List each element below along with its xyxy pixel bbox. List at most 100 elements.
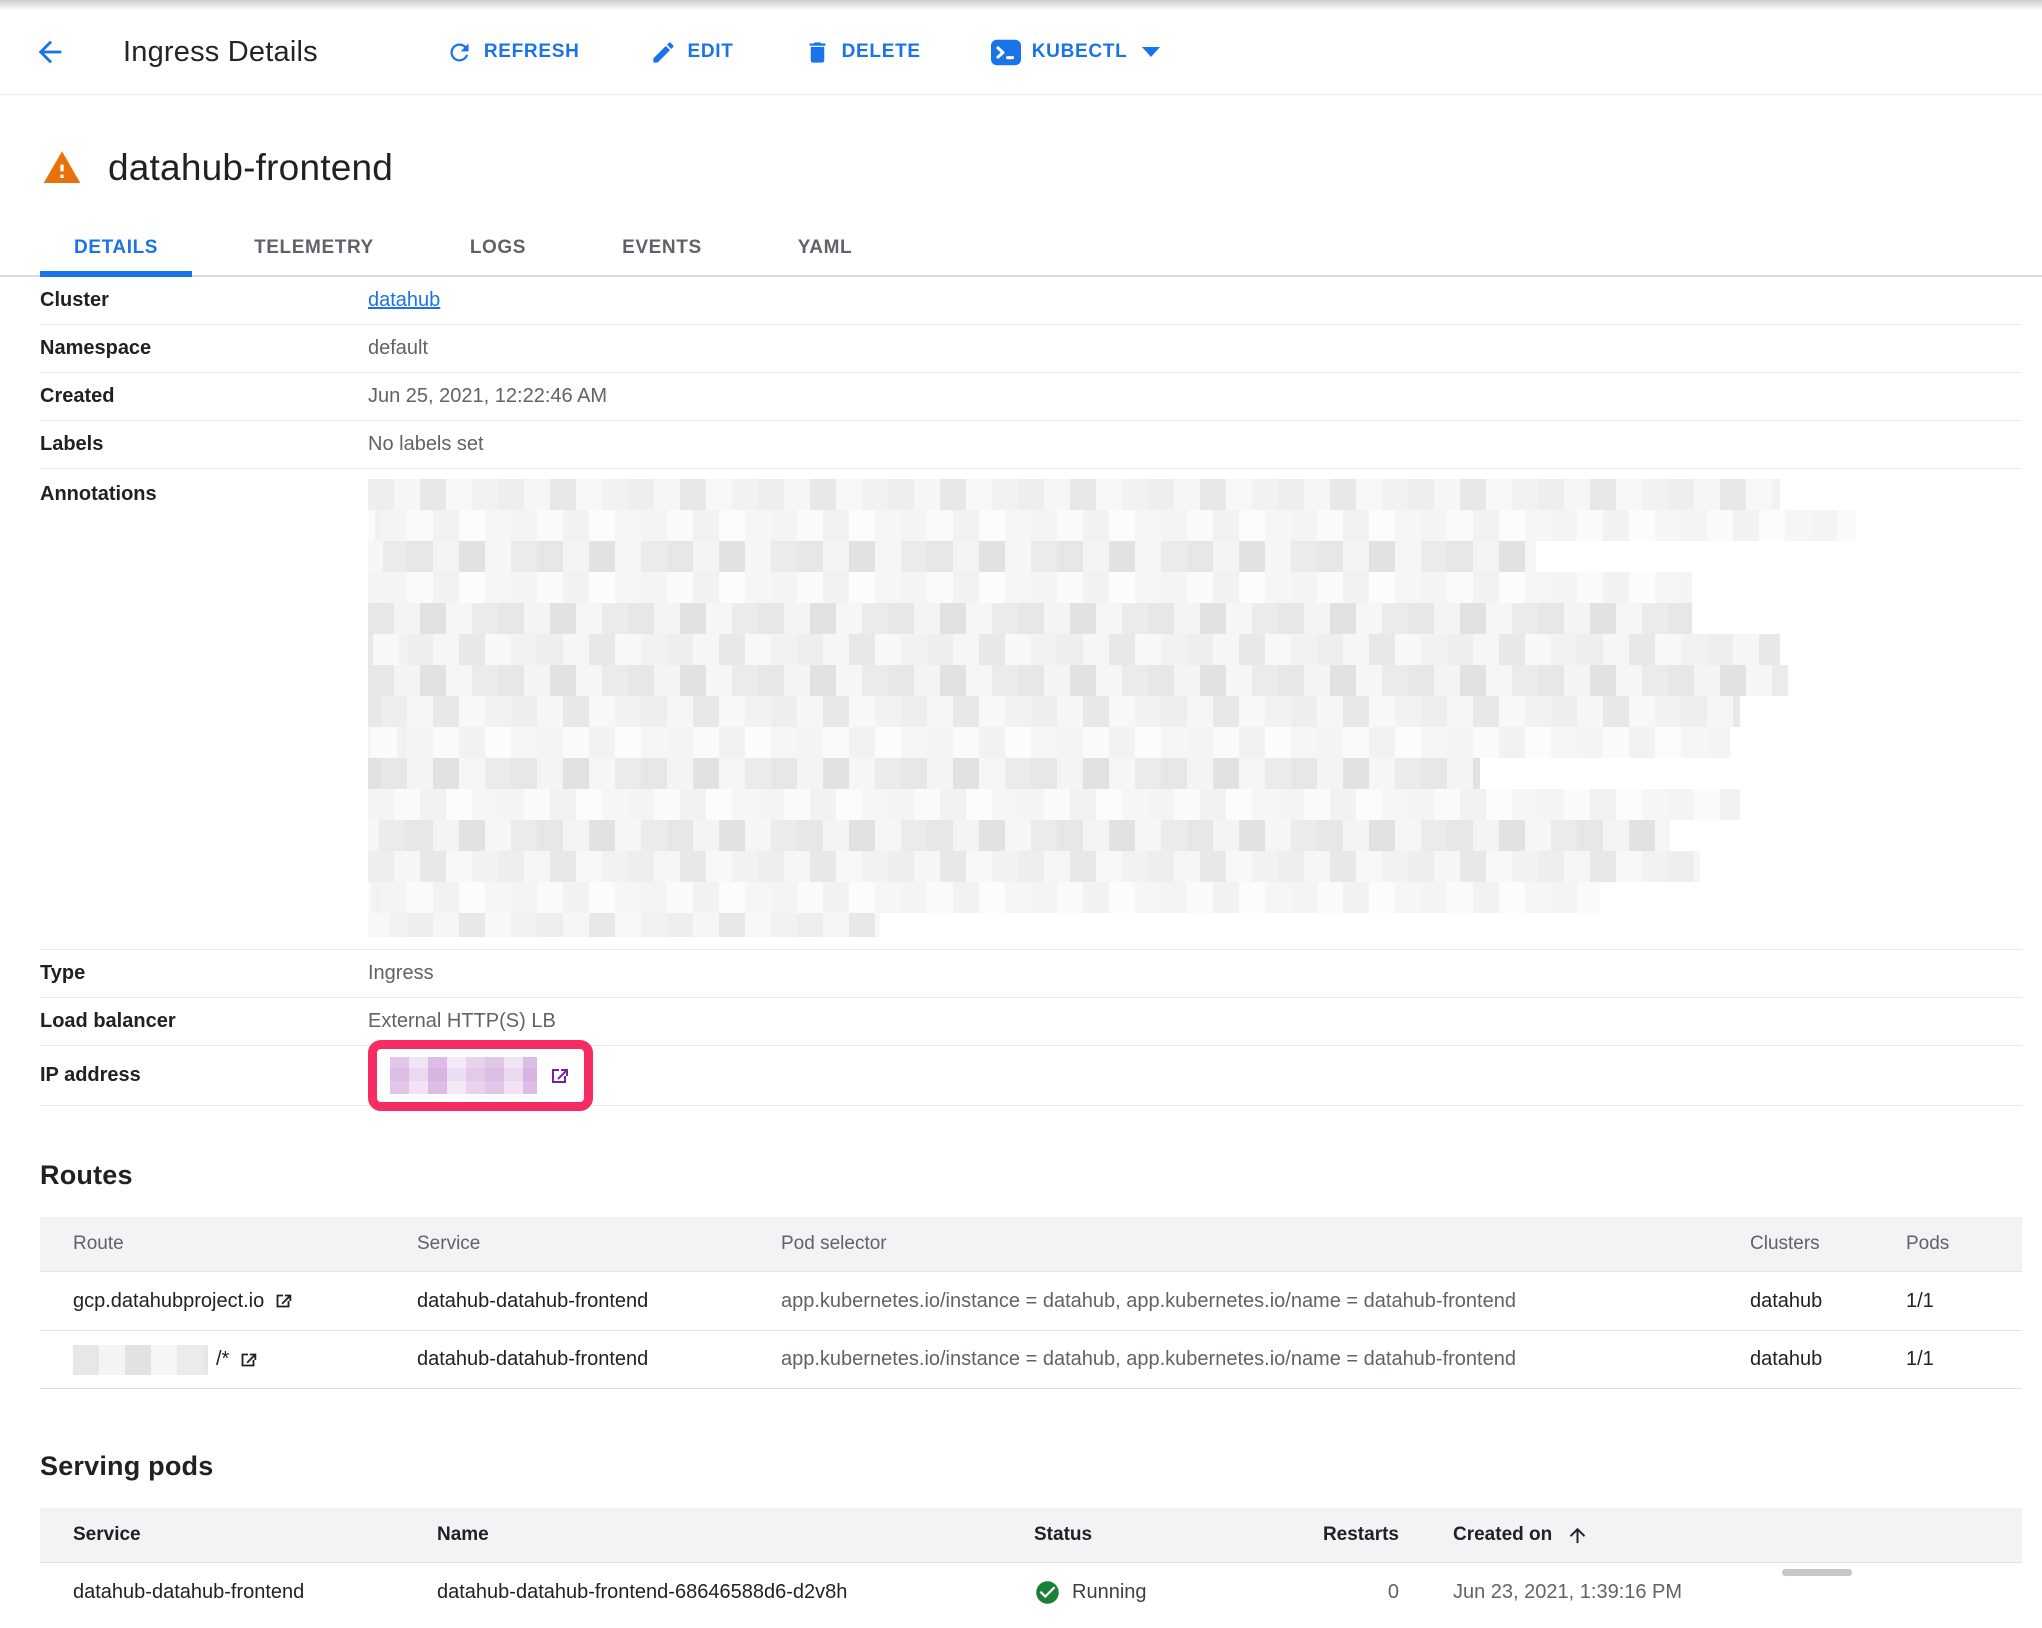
- edit-pencil-icon: [650, 39, 677, 66]
- col-created-on-sortable[interactable]: Created on: [1399, 1524, 2006, 1547]
- tab-telemetry[interactable]: TELEMETRY: [220, 219, 408, 277]
- serving-pod-row: datahub-datahub-frontend datahub-datahub…: [40, 1562, 2022, 1621]
- detail-row-namespace: Namespace default: [40, 325, 2022, 373]
- routes-table: Route Service Pod selector Clusters Pods…: [40, 1217, 2022, 1389]
- route-service: datahub-datahub-frontend: [417, 1290, 781, 1313]
- detail-row-type: Type Ingress: [40, 950, 2022, 998]
- open-in-new-icon[interactable]: [272, 1290, 294, 1312]
- pod-name: datahub-datahub-frontend-68646588d6-d2v8…: [437, 1581, 1034, 1604]
- route-pods: 1/1: [1906, 1290, 2006, 1313]
- route-clusters: datahub: [1750, 1348, 1906, 1371]
- edit-button[interactable]: EDIT: [650, 39, 734, 66]
- type-label: Type: [40, 962, 368, 985]
- detail-row-ip-address: IP address: [40, 1046, 2022, 1106]
- pod-service: datahub-datahub-frontend: [73, 1581, 437, 1604]
- serving-pods-section: Serving pods Service Name Status Restart…: [40, 1451, 2022, 1621]
- kubectl-button[interactable]: KUBECTL: [991, 39, 1161, 66]
- warning-icon: [40, 148, 84, 188]
- delete-button[interactable]: DELETE: [804, 39, 921, 66]
- kubectl-label: KUBECTL: [1032, 41, 1128, 63]
- chevron-down-icon: [1142, 47, 1160, 57]
- tab-logs[interactable]: LOGS: [436, 219, 560, 277]
- col-name: Name: [437, 1524, 1034, 1546]
- route-pods: 1/1: [1906, 1348, 2006, 1371]
- tab-bar: DETAILS TELEMETRY LOGS EVENTS YAML: [40, 219, 2022, 277]
- routes-heading: Routes: [40, 1160, 2022, 1191]
- details-panel: Cluster datahub Namespace default Create…: [40, 277, 2022, 1106]
- routes-section: Routes Route Service Pod selector Cluste…: [40, 1160, 2022, 1389]
- created-value: Jun 25, 2021, 12:22:46 AM: [368, 385, 607, 408]
- tab-yaml[interactable]: YAML: [764, 219, 886, 277]
- arrow-back-icon: [33, 35, 67, 69]
- pod-created-on: Jun 23, 2021, 1:39:16 PM: [1399, 1581, 2006, 1604]
- route-pod-selector: app.kubernetes.io/instance = datahub, ap…: [781, 1290, 1750, 1313]
- serving-pods-heading: Serving pods: [40, 1451, 2022, 1482]
- type-value: Ingress: [368, 962, 434, 985]
- pod-restarts: 0: [1300, 1581, 1399, 1604]
- route-pod-selector: app.kubernetes.io/instance = datahub, ap…: [781, 1348, 1750, 1371]
- load-balancer-value: External HTTP(S) LB: [368, 1010, 556, 1033]
- ip-highlight-annotation-box: [368, 1040, 593, 1111]
- labels-label: Labels: [40, 433, 368, 456]
- detail-row-labels: Labels No labels set: [40, 421, 2022, 469]
- annotations-label: Annotations: [40, 479, 368, 506]
- refresh-icon: [446, 39, 473, 66]
- detail-row-created: Created Jun 25, 2021, 12:22:46 AM: [40, 373, 2022, 421]
- col-route: Route: [73, 1233, 417, 1255]
- detail-row-load-balancer: Load balancer External HTTP(S) LB: [40, 998, 2022, 1046]
- route-clusters: datahub: [1750, 1290, 1906, 1313]
- refresh-label: REFRESH: [484, 41, 580, 63]
- tab-details[interactable]: DETAILS: [40, 219, 192, 277]
- detail-row-annotations: Annotations: [40, 469, 2022, 950]
- route-table-row: gcp.datahubproject.io datahub-datahub-fr…: [40, 1271, 2022, 1330]
- terminal-icon: [991, 39, 1021, 66]
- col-service: Service: [417, 1233, 781, 1255]
- route-table-row: /* datahub-datahub-frontend app.kubernet…: [40, 1330, 2022, 1389]
- cluster-link[interactable]: datahub: [368, 289, 440, 311]
- refresh-button[interactable]: REFRESH: [446, 39, 580, 66]
- top-edge-divider: [0, 0, 2042, 10]
- detail-row-cluster: Cluster datahub: [40, 277, 2022, 325]
- toolbar-actions: REFRESH EDIT DELETE KUBECTL: [446, 39, 1161, 66]
- labels-value: No labels set: [368, 433, 484, 456]
- serving-pods-table-header: Service Name Status Restarts Created on: [40, 1508, 2022, 1562]
- check-circle-icon: [1034, 1579, 1061, 1606]
- namespace-label: Namespace: [40, 337, 368, 360]
- cluster-label: Cluster: [40, 289, 368, 312]
- route-link[interactable]: gcp.datahubproject.io: [73, 1290, 264, 1313]
- ingress-details-page: Ingress Details REFRESH EDIT DELETE KUBE…: [0, 0, 2042, 1628]
- toolbar: Ingress Details REFRESH EDIT DELETE KUBE…: [0, 10, 2042, 95]
- col-status: Status: [1034, 1524, 1300, 1546]
- open-in-new-icon[interactable]: [237, 1349, 259, 1371]
- page-title: Ingress Details: [123, 36, 318, 69]
- load-balancer-label: Load balancer: [40, 1010, 368, 1033]
- col-service: Service: [73, 1524, 437, 1546]
- namespace-value: default: [368, 337, 428, 360]
- delete-trash-icon: [804, 39, 831, 66]
- created-label: Created: [40, 385, 368, 408]
- routes-table-header: Route Service Pod selector Clusters Pods: [40, 1217, 2022, 1271]
- route-suffix: /*: [216, 1348, 229, 1371]
- main-content: datahub-frontend DETAILS TELEMETRY LOGS …: [0, 147, 2042, 1621]
- tab-events[interactable]: EVENTS: [588, 219, 736, 277]
- route-service: datahub-datahub-frontend: [417, 1348, 781, 1371]
- ip-address-label: IP address: [40, 1064, 368, 1087]
- ip-address-redacted-link[interactable]: [390, 1057, 537, 1094]
- sort-ascending-arrow-icon[interactable]: [1566, 1524, 1589, 1547]
- col-pods: Pods: [1906, 1233, 2006, 1255]
- delete-label: DELETE: [842, 41, 921, 63]
- edit-label: EDIT: [688, 41, 734, 63]
- resource-heading: datahub-frontend: [40, 147, 2022, 189]
- col-clusters: Clusters: [1750, 1233, 1906, 1255]
- open-in-new-icon[interactable]: [547, 1064, 571, 1088]
- back-button[interactable]: [33, 35, 67, 69]
- pod-status-text: Running: [1072, 1581, 1147, 1604]
- serving-pods-table: Service Name Status Restarts Created on …: [40, 1508, 2022, 1621]
- horizontal-scrollbar-thumb[interactable]: [1782, 1569, 1852, 1576]
- col-restarts: Restarts: [1300, 1524, 1399, 1546]
- annotations-redacted-block: [368, 479, 1856, 937]
- route-redacted-ip: [73, 1345, 208, 1375]
- resource-name: datahub-frontend: [108, 147, 393, 189]
- col-pod-selector: Pod selector: [781, 1233, 1750, 1255]
- pod-status: Running: [1034, 1579, 1300, 1606]
